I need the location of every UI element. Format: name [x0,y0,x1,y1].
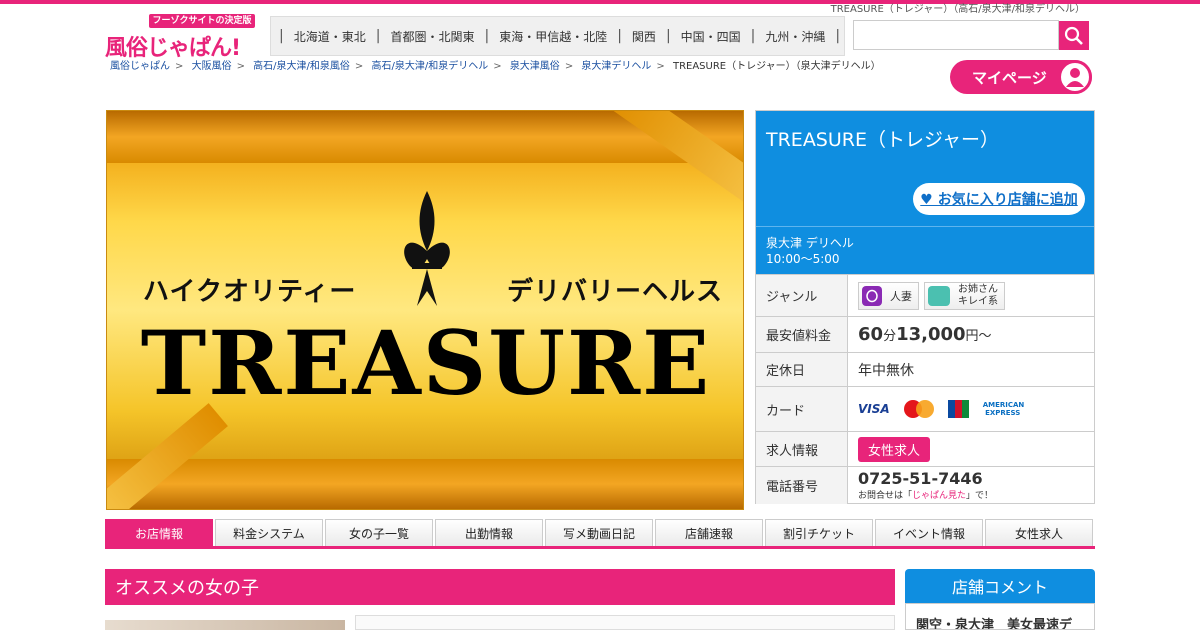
region-link[interactable]: 首都圏・北関東 [382,28,482,45]
female-jobs-link[interactable]: 女性求人 [858,436,931,462]
breadcrumb-link[interactable]: 泉大津風俗 [510,61,560,72]
tab-schedule[interactable]: 出勤情報 [435,519,543,546]
genre-row: ジャンル 人妻 お姉さん キレイ系 [756,274,1094,316]
banner-title: TREASURE [140,311,712,415]
phone-number[interactable]: 0725-51-7446 [858,470,993,488]
breadcrumb-link[interactable]: 泉大津デリヘル [581,61,651,72]
breadcrumb-link[interactable]: 高石/泉大津/和泉風俗 [253,61,350,72]
region-link[interactable]: 北海道・東北 [286,28,374,45]
oneesan-icon [928,285,950,306]
search-icon [1064,26,1083,45]
tab-discount-ticket[interactable]: 割引チケット [765,519,873,546]
banner-subtitle-right: デリバリーヘルス [506,277,723,307]
breadcrumb-current: TREASURE（トレジャー）（泉大津デリヘル） [672,61,881,72]
jobs-row: 求人情報 女性求人 [756,431,1094,466]
add-favorite-button[interactable]: ♥ お気に入り店舗に追加 [913,183,1085,215]
hitozuma-icon [862,285,882,306]
tel-row: 電話番号 0725-51-7446 お問合せは「じゃぱん見た」で！ [756,466,1094,504]
shop-area-type: 泉大津 デリヘル [766,236,854,250]
girl-photo[interactable] [105,620,345,630]
recommend-section-title: オススメの女の子 [105,569,895,605]
region-link[interactable]: 九州・沖縄 [757,28,833,45]
tab-price-system[interactable]: 料金システム [215,519,323,546]
girl-card[interactable] [355,615,895,630]
tab-shop-news[interactable]: 店舗速報 [655,519,763,546]
breadcrumb: 風俗じゃぱん > 大阪風俗 > 高石/泉大津/和泉風俗 > 高石/泉大津/和泉デリヘル… [110,61,881,72]
tab-photo-diary[interactable]: 写メ動画日記 [545,519,653,546]
breadcrumb-link[interactable]: 風俗じゃぱん [110,61,170,72]
tab-girls-list[interactable]: 女の子一覧 [325,519,433,546]
page-heading-text: TREASURE（トレジャー）（高石/泉大津/和泉デリヘル） [830,4,1085,15]
tab-shop-info[interactable]: お店情報 [105,519,213,546]
genre-badge[interactable]: お姉さん キレイ系 [924,281,1005,310]
logo-text: 風俗じゃぱん! [105,36,241,61]
holiday-value: 年中無休 [858,362,914,379]
mypage-label: マイページ [972,68,1047,87]
breadcrumb-link[interactable]: 大阪風俗 [192,61,232,72]
holiday-row: 定休日 年中無休 [756,352,1094,386]
logo-tagline: フーゾクサイトの決定版 [149,14,255,28]
amex-icon: AMERICAN EXPRESS [982,401,1025,417]
tab-female-jobs[interactable]: 女性求人 [985,519,1093,546]
shop-info-panel: TREASURE（トレジャー） ♥ お気に入り店舗に追加 泉大津 デリヘル 10… [755,110,1095,504]
card-row: カード VISA AMERICAN EXPRESS [756,386,1094,431]
genre-badge[interactable]: 人妻 [858,281,919,310]
price-row: 最安値料金 60 分 13,000 円～ [756,316,1094,352]
region-nav: | 北海道・東北 | 首都圏・北関東 | 東海・甲信越・北陸 | 関西 | 中国… [270,16,845,56]
mastercard-icon [903,400,934,418]
site-logo[interactable]: フーゾクサイトの決定版 風俗じゃぱん! [105,14,255,61]
breadcrumb-link[interactable]: 高石/泉大津/和泉デリヘル [371,61,488,72]
tab-events[interactable]: イベント情報 [875,519,983,546]
search-button[interactable] [1059,21,1089,50]
shop-name: TREASURE（トレジャー） [766,129,1000,151]
region-link[interactable]: 関西 [624,28,664,45]
shop-hours: 10:00～5:00 [766,252,840,266]
visa-icon: VISA [858,402,890,416]
shop-comment-title: 店舗コメント [905,569,1095,603]
banner-subtitle-left: ハイクオリティー [143,277,357,307]
mypage-button[interactable]: マイページ [950,60,1092,94]
search-input[interactable] [853,20,1059,50]
shop-comment-body: 関空・泉大津 美女最速デ [905,603,1095,630]
shop-tabs: お店情報 料金システム 女の子一覧 出勤情報 写メ動画日記 店舗速報 割引チケッ… [105,519,1095,549]
region-link[interactable]: 東海・甲信越・北陸 [491,28,615,45]
region-link[interactable]: 中国・四国 [673,28,749,45]
shop-banner-image: ハイクオリティー デリバリーヘルス TREASURE [106,110,744,510]
jcb-icon [947,400,969,418]
user-icon [1058,60,1092,94]
